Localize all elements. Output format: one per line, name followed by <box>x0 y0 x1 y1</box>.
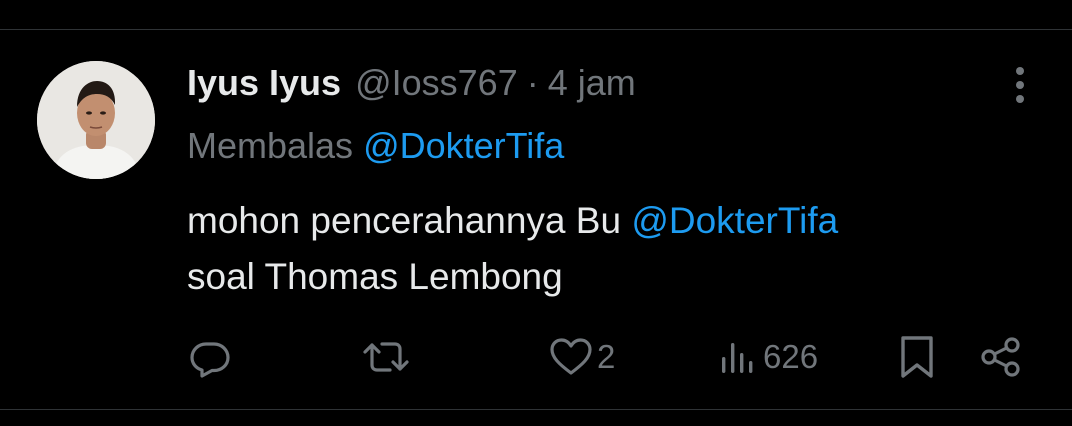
timestamp[interactable]: 4 jam <box>548 60 636 106</box>
tweet-mention[interactable]: @DokterTifa <box>631 200 838 241</box>
avatar[interactable] <box>37 61 155 179</box>
share-button[interactable] <box>980 333 1022 381</box>
more-vertical-icon <box>1016 67 1024 103</box>
more-options-button[interactable] <box>1004 64 1036 106</box>
tweet-text: mohon pencerahannya Bu @DokterTifa soal … <box>187 193 1047 305</box>
heart-icon <box>549 335 593 379</box>
top-divider <box>0 29 1072 30</box>
separator-dot: · <box>526 62 539 103</box>
user-handle[interactable]: @Ioss767 <box>355 60 518 106</box>
tweet-text-part: soal Thomas Lembong <box>187 256 563 297</box>
retweet-icon <box>362 335 410 379</box>
reply-icon <box>188 335 232 379</box>
reply-button[interactable] <box>188 333 232 381</box>
display-name[interactable]: Iyus Iyus <box>187 60 341 106</box>
reply-to-mention[interactable]: @DokterTifa <box>363 125 564 166</box>
retweet-button[interactable] <box>362 333 410 381</box>
bookmark-icon <box>898 334 936 380</box>
tweet-text-part: mohon pencerahannya Bu <box>187 200 632 241</box>
avatar-image <box>37 61 155 179</box>
bookmark-button[interactable] <box>898 333 936 381</box>
tweet-header: Iyus Iyus @Ioss767 · 4 jam <box>187 60 636 106</box>
replying-to-line: Membalas @DokterTifa <box>187 123 564 169</box>
views-count: 626 <box>763 338 819 375</box>
like-button[interactable]: 2 <box>549 333 615 381</box>
views-button[interactable]: 626 <box>719 333 818 381</box>
views-icon <box>719 335 759 379</box>
replying-to-label: Membalas <box>187 125 354 166</box>
share-icon <box>980 335 1022 379</box>
bottom-divider <box>0 409 1072 410</box>
like-count: 2 <box>597 338 616 375</box>
